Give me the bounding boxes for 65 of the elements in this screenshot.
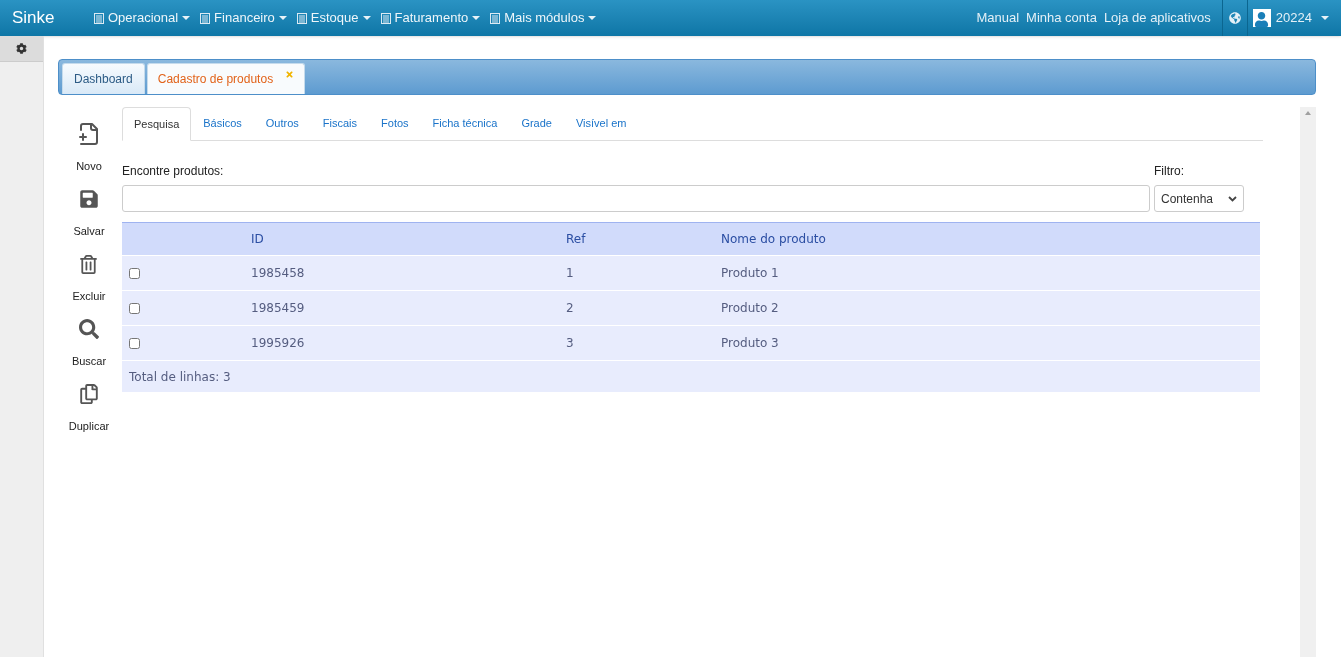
tab[interactable]: Ficha técnica: [420, 106, 510, 140]
table-cell-text: 1: [566, 265, 575, 282]
row-checkbox[interactable]: [129, 338, 140, 349]
window-tab[interactable]: Cadastro de produtos: [146, 63, 306, 94]
nav-menu-item[interactable]: Operacional: [94, 8, 191, 28]
chevron-down-icon: [1228, 195, 1237, 202]
column-header[interactable]: Nome do produto: [721, 230, 826, 248]
search-field[interactable]: [122, 185, 1150, 212]
tab[interactable]: Básicos: [191, 106, 254, 140]
user-icon: [1254, 12, 1270, 27]
user-menu[interactable]: 20224: [1246, 0, 1341, 36]
table-icon: [200, 12, 211, 24]
toolbar-button[interactable]: Duplicar: [68, 377, 110, 442]
top-link[interactable]: Loja de aplicativos: [1103, 8, 1211, 28]
table-cell-text: 2: [566, 300, 575, 317]
caret-icon: [182, 16, 191, 20]
table-cell-text: 1985459: [251, 300, 306, 317]
globe-icon[interactable]: [1228, 12, 1241, 24]
window-tab[interactable]: Dashboard: [62, 63, 145, 94]
toolbar-button[interactable]: Salvar: [73, 182, 105, 247]
table-cell-text: 1985458: [251, 265, 306, 282]
table-cell-text: 3: [566, 335, 575, 352]
nav-menu-item[interactable]: Faturamento: [380, 8, 481, 28]
table-icon: [380, 12, 391, 24]
tab[interactable]: Fiscais: [310, 106, 370, 140]
tab[interactable]: Visível em: [563, 106, 639, 140]
top-link[interactable]: Minha conta: [1026, 8, 1097, 28]
settings-icon: [16, 43, 27, 54]
row-checkbox[interactable]: [129, 268, 140, 279]
nav-menu-item[interactable]: Financeiro: [200, 8, 287, 28]
toolbar-button[interactable]: Buscar: [71, 312, 107, 377]
filter-select[interactable]: Contenha: [1154, 185, 1244, 212]
toolbar-button[interactable]: Novo: [76, 117, 102, 182]
table-cell-text: 1995926: [251, 335, 306, 352]
field-label: Encontre produtos:: [122, 163, 225, 180]
column-header[interactable]: Ref: [566, 230, 721, 248]
tab[interactable]: Outros: [253, 106, 311, 140]
column-header[interactable]: ID: [251, 230, 566, 248]
nav-menu-item[interactable]: Estoque: [296, 8, 371, 28]
nav-menu-item[interactable]: Mais módulos: [490, 8, 597, 28]
toolbar-button[interactable]: Excluir: [72, 247, 106, 312]
top-link[interactable]: Manual: [976, 8, 1020, 28]
caret-icon: [1321, 16, 1329, 20]
tab[interactable]: Fotos: [369, 106, 421, 140]
copy-icon: [79, 384, 99, 404]
brand-logo[interactable]: Sinke: [12, 5, 94, 31]
caret-icon: [472, 16, 481, 20]
table-cell-text: Produto 2: [721, 300, 779, 317]
table-icon: [94, 12, 104, 24]
search-icon: [79, 319, 99, 339]
caret-icon: [362, 16, 371, 20]
field-label: Filtro:: [1154, 163, 1185, 180]
table-icon: [490, 12, 501, 24]
table-cell-text: Produto 3: [721, 335, 779, 352]
file-plus-icon: [77, 122, 101, 146]
table-cell-text: Produto 1: [721, 265, 779, 282]
row-checkbox[interactable]: [129, 303, 140, 314]
settings-button[interactable]: [0, 36, 43, 62]
tab[interactable]: Grade: [509, 106, 564, 140]
caret-icon: [588, 16, 597, 20]
trash-icon: [79, 254, 99, 274]
table-icon: [296, 12, 307, 24]
caret-icon: [278, 16, 287, 20]
table-footer: Total de linhas: 3: [129, 367, 231, 386]
tab[interactable]: Pesquisa: [122, 107, 192, 141]
